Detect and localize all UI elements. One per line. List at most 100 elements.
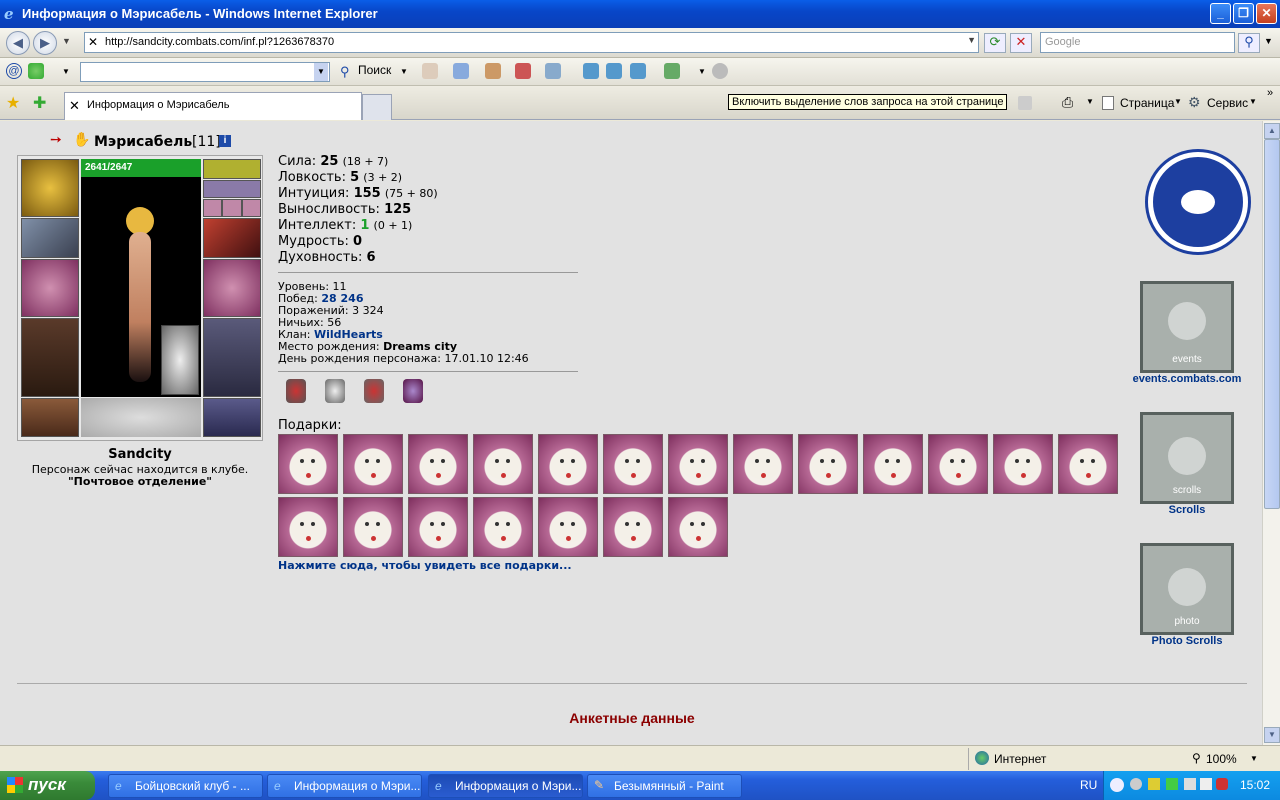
arrow-icon[interactable]: ➙ (50, 131, 62, 148)
badge-icon[interactable] (286, 379, 306, 403)
all-gifts-link[interactable]: Нажмите сюда, чтобы увидеть все подарки.… (278, 560, 572, 572)
zoom-out-icon[interactable] (630, 63, 646, 79)
ring-1-slot[interactable] (203, 199, 222, 217)
ring-3-slot[interactable] (242, 199, 261, 217)
gift-item[interactable] (538, 497, 598, 557)
start-button[interactable]: пуск (0, 771, 95, 800)
gift-item[interactable] (928, 434, 988, 494)
print-icon[interactable]: ⎙ (1062, 94, 1073, 111)
favorites-star-icon[interactable]: ★ (6, 93, 20, 113)
amulet-slot[interactable] (203, 180, 261, 198)
check-dropdown-icon[interactable]: ▼ (698, 67, 706, 76)
toolbar-search-button[interactable]: Поиск (358, 63, 391, 77)
zoom-dropdown-icon[interactable]: ▼ (1250, 754, 1258, 763)
feeds-icon[interactable] (1018, 96, 1032, 110)
toolbar-search-combo[interactable]: ▼ (80, 62, 330, 82)
page-dropdown-icon[interactable]: ▼ (1174, 97, 1182, 106)
scrolls-link[interactable]: Scrolls (1110, 504, 1262, 516)
task-item[interactable]: ✎ Безымянный - Paint (587, 774, 742, 798)
scrolls-banner[interactable]: scrolls (1140, 412, 1234, 504)
combo-dropdown-icon[interactable]: ▼ (314, 63, 328, 81)
bracers-slot[interactable] (21, 218, 79, 258)
gift-item[interactable] (343, 497, 403, 557)
tray-icon[interactable] (1184, 778, 1196, 790)
volume-icon[interactable] (1200, 778, 1212, 790)
legs-slot[interactable] (203, 318, 261, 397)
gift-item[interactable] (278, 434, 338, 494)
events-link-text[interactable]: events.combats.com (1133, 373, 1242, 385)
task-item[interactable]: e Бойцовский клуб - ... (108, 774, 263, 798)
photo-banner[interactable]: photo (1140, 543, 1234, 635)
weapon-left-slot[interactable] (21, 259, 79, 317)
gift-item[interactable] (408, 497, 468, 557)
gift-item[interactable] (668, 497, 728, 557)
highlight-icon[interactable] (422, 63, 438, 79)
badge-icon[interactable] (325, 379, 345, 403)
gift-item[interactable] (668, 434, 728, 494)
language-indicator[interactable]: RU (1080, 778, 1097, 792)
search-options-icon[interactable]: ▼ (1264, 36, 1273, 46)
stop-icon[interactable]: ✕ (1010, 33, 1032, 53)
check-icon[interactable] (664, 63, 680, 79)
scroll-up-button[interactable]: ▲ (1264, 123, 1280, 139)
boots-slot[interactable] (203, 398, 261, 437)
security-icon[interactable] (1216, 778, 1228, 790)
tray-icon[interactable] (1166, 778, 1178, 790)
tray-chevron-icon[interactable] (1110, 778, 1124, 792)
vertical-scrollbar[interactable]: ▲ ▼ (1262, 121, 1280, 745)
task-item-active[interactable]: e Информация о Мэри... (428, 774, 583, 798)
crab-emblem[interactable] (1148, 152, 1248, 252)
earring-slot[interactable] (203, 159, 261, 179)
badge-icon[interactable] (364, 379, 384, 403)
chevron-more-icon[interactable]: » (1267, 87, 1273, 99)
scroll-thumb[interactable] (1264, 139, 1280, 509)
gift-item[interactable] (1058, 434, 1118, 494)
book-icon[interactable] (515, 63, 531, 79)
maximize-button[interactable]: ❐ (1233, 3, 1254, 24)
armor-slot[interactable] (21, 318, 79, 397)
ring-2-slot[interactable] (222, 199, 242, 217)
add-favorites-icon[interactable]: ✚ (33, 93, 46, 113)
print-dropdown-icon[interactable]: ▼ (1086, 97, 1094, 106)
pin-icon[interactable] (712, 63, 728, 79)
minimize-button[interactable]: _ (1210, 3, 1231, 24)
gift-item[interactable] (733, 434, 793, 494)
chat-icon[interactable] (453, 63, 469, 79)
gift-item[interactable] (473, 497, 533, 557)
address-input[interactable]: ✕ http://sandcity.combats.com/inf.pl?126… (84, 32, 979, 53)
zoom-fit-icon[interactable] (606, 63, 622, 79)
globe-icon[interactable] (545, 63, 561, 79)
scroll-down-button[interactable]: ▼ (1264, 727, 1280, 743)
zoom-level[interactable]: 100% (1206, 752, 1237, 766)
weapon-right-slot[interactable] (203, 259, 261, 317)
search-go-icon[interactable]: ⚲ (1238, 33, 1260, 53)
history-dropdown-icon[interactable]: ▼ (62, 36, 71, 46)
events-banner[interactable]: events (1140, 281, 1234, 373)
photo-link-text[interactable]: Photo Scrolls (1152, 635, 1223, 647)
events-link[interactable]: events.combats.com (1110, 373, 1262, 385)
tray-icon[interactable] (1130, 778, 1142, 790)
gift-item[interactable] (538, 434, 598, 494)
toolbar-menu-icon[interactable]: ▼ (62, 67, 70, 76)
search-dropdown-icon[interactable]: ▼ (400, 67, 408, 76)
gift-item[interactable] (603, 434, 663, 494)
gift-item[interactable] (993, 434, 1053, 494)
page-menu[interactable]: Страница (1120, 96, 1174, 110)
tools-dropdown-icon[interactable]: ▼ (1249, 97, 1257, 106)
scrolls-link-text[interactable]: Scrolls (1169, 504, 1206, 516)
task-item[interactable]: e Информация о Мэри... (267, 774, 422, 798)
tools-menu[interactable]: Сервис (1207, 96, 1248, 110)
tab-info[interactable]: ✕ Информация о Мэрисабель (64, 92, 362, 120)
address-dropdown-icon[interactable]: ▼ (967, 35, 976, 45)
info-icon[interactable]: i (219, 135, 231, 147)
people-icon[interactable] (485, 63, 501, 79)
gift-item[interactable] (408, 434, 468, 494)
at-icon[interactable]: @ (6, 63, 22, 79)
helmet-slot[interactable] (21, 159, 79, 217)
character-name[interactable]: Мэрисабель (94, 134, 192, 150)
search-input[interactable]: Google (1040, 32, 1235, 53)
gloves-slot[interactable] (203, 218, 261, 258)
belt-slot[interactable] (21, 398, 79, 437)
zoom-in-icon[interactable] (583, 63, 599, 79)
gift-item[interactable] (603, 497, 663, 557)
